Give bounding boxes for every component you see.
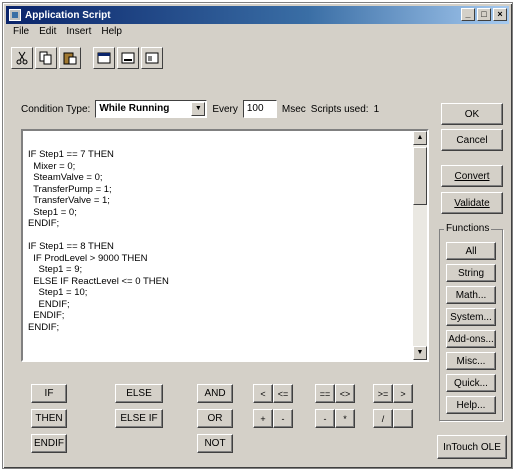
scripts-used-label: Scripts used: [310, 103, 369, 115]
close-button[interactable]: × [493, 8, 507, 21]
function-misc-button[interactable]: Misc... [446, 352, 496, 370]
script-editor[interactable]: IF Step1 == 7 THEN Mixer = 0; SteamValve… [21, 129, 429, 362]
minimize-button[interactable]: _ [461, 8, 475, 21]
then-button[interactable]: THEN [31, 409, 67, 428]
paste-button[interactable] [59, 47, 81, 69]
toolbar [11, 46, 163, 70]
menu-insert[interactable]: Insert [66, 26, 91, 42]
cut-icon [16, 51, 28, 65]
condition-type-value: While Running [99, 103, 170, 114]
multiply-button[interactable]: * [335, 409, 355, 428]
less-than-button[interactable]: < [253, 384, 273, 403]
maximize-pane-button[interactable] [141, 47, 163, 69]
greater-than-button[interactable]: > [393, 384, 413, 403]
condition-type-label: Condition Type: [21, 103, 91, 115]
paste-icon [63, 52, 77, 65]
window-title: Application Script [25, 9, 111, 21]
function-math-button[interactable]: Math... [446, 286, 496, 304]
blank-operator-button[interactable] [393, 409, 413, 428]
app-icon [9, 9, 21, 21]
greater-equal-button[interactable]: >= [373, 384, 393, 403]
script-text[interactable]: IF Step1 == 7 THEN Mixer = 0; SteamValve… [28, 149, 413, 333]
functions-group: Functions All String Math... System... A… [439, 223, 503, 421]
function-help-button[interactable]: Help... [446, 396, 496, 414]
window-icon [97, 52, 111, 64]
convert-button[interactable]: Convert [441, 165, 503, 187]
function-all-button[interactable]: All [446, 242, 496, 260]
minus-button[interactable]: - [273, 409, 293, 428]
not-button[interactable]: NOT [197, 434, 233, 453]
plus-button[interactable]: + [253, 409, 273, 428]
menu-file[interactable]: File [13, 26, 29, 42]
else-if-button[interactable]: ELSE IF [115, 409, 163, 428]
or-button[interactable]: OR [197, 409, 233, 428]
function-addons-button[interactable]: Add-ons... [446, 330, 496, 348]
msec-label: Msec [281, 103, 306, 115]
scroll-thumb[interactable] [413, 147, 427, 205]
vertical-scrollbar[interactable]: ▲ ▼ [413, 131, 427, 360]
condition-type-select[interactable]: While Running ▼ [95, 100, 208, 118]
functions-label: Functions [444, 223, 492, 234]
minimize-pane-button[interactable] [117, 47, 139, 69]
menu-help[interactable]: Help [101, 26, 122, 42]
copy-button[interactable] [35, 47, 57, 69]
application-script-window: Application Script _ □ × File Edit Inser… [2, 2, 513, 469]
intouch-ole-button[interactable]: InTouch OLE [437, 435, 507, 459]
equals-button[interactable]: == [315, 384, 335, 403]
title-bar[interactable]: Application Script _ □ × [6, 6, 509, 24]
copy-icon [39, 51, 52, 65]
endif-button[interactable]: ENDIF [31, 434, 67, 453]
not-equal-button[interactable]: <> [335, 384, 355, 403]
and-button[interactable]: AND [197, 384, 233, 403]
maximize-button[interactable]: □ [477, 8, 491, 21]
function-string-button[interactable]: String [446, 264, 496, 282]
maximize-pane-icon [145, 52, 159, 64]
else-button[interactable]: ELSE [115, 384, 163, 403]
minimize-pane-icon [121, 52, 135, 64]
function-system-button[interactable]: System... [446, 308, 496, 326]
every-input[interactable]: 100 [242, 100, 277, 118]
divide-button[interactable]: / [373, 409, 393, 428]
negate-button[interactable]: - [315, 409, 335, 428]
condition-row: Condition Type: While Running ▼ Every 10… [21, 99, 379, 119]
less-equal-button[interactable]: <= [273, 384, 293, 403]
ok-button[interactable]: OK [441, 103, 503, 125]
if-button[interactable]: IF [31, 384, 67, 403]
validate-button[interactable]: Validate [441, 192, 503, 214]
every-label: Every [212, 103, 238, 115]
cut-button[interactable] [11, 47, 33, 69]
scroll-up-icon[interactable]: ▲ [413, 131, 427, 145]
chevron-down-icon[interactable]: ▼ [191, 102, 206, 116]
menu-bar: File Edit Insert Help [7, 26, 122, 42]
scripts-used-value: 1 [373, 103, 380, 115]
menu-edit[interactable]: Edit [39, 26, 56, 42]
window-button[interactable] [93, 47, 115, 69]
cancel-button[interactable]: Cancel [441, 129, 503, 151]
scroll-down-icon[interactable]: ▼ [413, 346, 427, 360]
function-quick-button[interactable]: Quick... [446, 374, 496, 392]
